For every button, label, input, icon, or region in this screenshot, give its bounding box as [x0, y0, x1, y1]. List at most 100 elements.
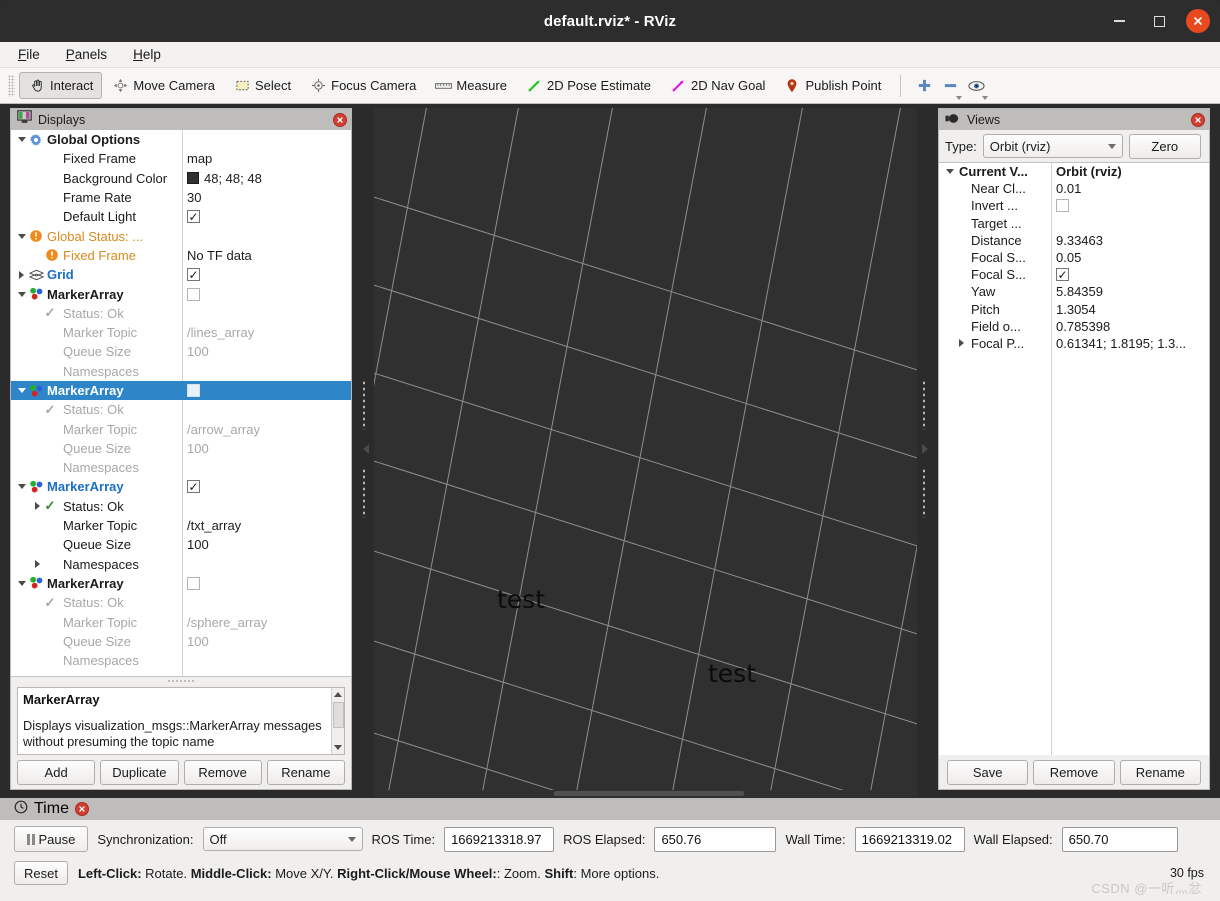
chevron-down-icon[interactable]: [15, 577, 28, 590]
checkbox-unchecked[interactable]: [187, 287, 200, 301]
checkbox-unchecked[interactable]: [187, 384, 200, 397]
row-value-cell[interactable]: 30: [182, 188, 351, 207]
maximize-icon[interactable]: [1146, 8, 1172, 34]
row-value-cell[interactable]: 100: [182, 632, 351, 651]
displays-row-1[interactable]: Fixed Frame map: [11, 149, 351, 168]
duplicate-button[interactable]: Duplicate: [100, 759, 179, 785]
row-value-cell[interactable]: [182, 130, 351, 149]
row-value-cell[interactable]: ✓: [182, 477, 351, 496]
displays-row-21[interactable]: Queue Size 100: [11, 535, 351, 554]
row-value-cell[interactable]: [182, 593, 351, 612]
color-swatch[interactable]: [187, 172, 199, 185]
views-row-6[interactable]: Focal S... ✓: [939, 266, 1209, 283]
displays-row-10[interactable]: Marker Topic/lines_array: [11, 323, 351, 342]
save-button[interactable]: Save: [947, 759, 1029, 785]
row-value-cell[interactable]: [182, 458, 351, 477]
ros-elapsed-field[interactable]: 650.76: [654, 826, 777, 852]
collapse-left-panel-button[interactable]: [360, 440, 372, 458]
row-value-cell[interactable]: ✓: [182, 265, 351, 284]
displays-row-27[interactable]: Namespaces: [11, 651, 351, 670]
row-value-cell[interactable]: ✓: [182, 207, 351, 226]
close-icon[interactable]: [1186, 9, 1210, 33]
pause-button[interactable]: Pause: [14, 826, 89, 852]
row-value-cell[interactable]: No TF data: [182, 246, 351, 265]
collapse-right-panel-button[interactable]: [919, 440, 931, 458]
chevron-right-icon[interactable]: [31, 558, 44, 571]
toolbar-grip[interactable]: [8, 74, 15, 97]
tool-visibility-button[interactable]: [963, 72, 989, 100]
row-value-cell[interactable]: [182, 304, 351, 323]
add-button[interactable]: Add: [17, 759, 96, 785]
close-icon[interactable]: [333, 112, 347, 127]
row-value-cell[interactable]: /lines_array: [182, 323, 351, 342]
views-row-value-cell[interactable]: ✓: [1051, 268, 1209, 282]
row-value-cell[interactable]: 100: [182, 439, 351, 458]
left-splitter-grip[interactable]: [362, 468, 366, 518]
chevron-down-icon[interactable]: [15, 288, 28, 301]
displays-row-11[interactable]: Queue Size 100: [11, 342, 351, 361]
tool-2d-nav-goal[interactable]: 2D Nav Goal: [660, 72, 774, 99]
render-viewport[interactable]: test test: [374, 108, 917, 790]
displays-row-19[interactable]: ✓ Status: Ok: [11, 497, 351, 516]
views-row-0[interactable]: Current V... Orbit (rviz): [939, 163, 1209, 180]
displays-row-24[interactable]: ✓ Status: Ok: [11, 593, 351, 612]
displays-row-2[interactable]: Background Color 48; 48; 48: [11, 169, 351, 188]
remove-view-button[interactable]: Remove: [1033, 759, 1115, 785]
displays-row-4[interactable]: Default Light ✓: [11, 207, 351, 226]
checkbox-unchecked[interactable]: [1056, 199, 1069, 213]
row-value-cell[interactable]: [182, 555, 351, 574]
row-value-cell[interactable]: [182, 497, 351, 516]
checkbox-checked[interactable]: ✓: [187, 210, 200, 224]
displays-row-13[interactable]: MarkerArray: [11, 380, 351, 401]
views-row-4[interactable]: Distance 9.33463: [939, 232, 1209, 249]
checkbox-unchecked[interactable]: [187, 576, 200, 590]
views-row-value-cell[interactable]: 1.3054: [1051, 302, 1209, 317]
checkbox-checked[interactable]: ✓: [1056, 268, 1069, 282]
checkbox-checked[interactable]: ✓: [187, 480, 200, 494]
views-row-value-cell[interactable]: 0.05: [1051, 250, 1209, 265]
displays-row-20[interactable]: Marker Topic/txt_array: [11, 516, 351, 535]
chevron-down-icon[interactable]: [15, 230, 28, 243]
row-value-cell[interactable]: [182, 362, 351, 381]
displays-row-6[interactable]: Fixed Frame No TF data: [11, 246, 351, 265]
displays-row-18[interactable]: MarkerArray ✓: [11, 477, 351, 496]
row-value-cell[interactable]: [182, 400, 351, 419]
menu-panels[interactable]: Panels: [66, 47, 107, 62]
views-row-value-cell[interactable]: [1051, 199, 1209, 213]
chevron-down-icon[interactable]: [15, 133, 28, 146]
row-value-cell[interactable]: 100: [182, 342, 351, 361]
displays-row-3[interactable]: Frame Rate 30: [11, 188, 351, 207]
views-row-10[interactable]: Focal P... 0.61341; 1.8195; 1.3...: [939, 335, 1209, 352]
add-tool-button[interactable]: [911, 72, 937, 99]
scroll-down-icon[interactable]: [332, 741, 345, 754]
views-row-2[interactable]: Invert ...: [939, 197, 1209, 214]
tool-measure[interactable]: Measure: [425, 72, 516, 99]
tool-focus-camera[interactable]: Focus Camera: [300, 72, 425, 99]
sync-select[interactable]: Off: [202, 827, 363, 851]
tool-move-camera[interactable]: Move Camera: [102, 72, 224, 99]
displays-splitter[interactable]: [11, 677, 351, 683]
wall-time-field[interactable]: 1669213319.02: [854, 826, 965, 852]
checkbox-checked[interactable]: ✓: [187, 268, 200, 282]
right-splitter-grip[interactable]: [922, 468, 926, 518]
reset-button[interactable]: Reset: [14, 861, 68, 885]
close-icon[interactable]: [74, 802, 89, 816]
chevron-right-icon[interactable]: [955, 337, 968, 350]
remove-button[interactable]: Remove: [183, 759, 262, 785]
views-row-value-cell[interactable]: 9.33463: [1051, 233, 1209, 248]
view-type-select[interactable]: Orbit (rviz): [982, 134, 1123, 158]
row-value-cell[interactable]: 100: [182, 535, 351, 554]
close-icon[interactable]: [1191, 112, 1205, 127]
views-row-3[interactable]: Target ...: [939, 215, 1209, 232]
displays-row-14[interactable]: ✓ Status: Ok: [11, 400, 351, 419]
ros-time-field[interactable]: 1669213318.97: [444, 826, 555, 852]
row-value-cell[interactable]: [182, 226, 351, 245]
row-value-cell[interactable]: [182, 381, 351, 400]
menu-help[interactable]: Help: [133, 47, 161, 62]
scrollbar-thumb[interactable]: [554, 791, 744, 796]
displays-row-25[interactable]: Marker Topic/sphere_array: [11, 612, 351, 631]
row-value-cell[interactable]: [182, 284, 351, 303]
minimize-icon[interactable]: [1106, 8, 1132, 34]
wall-elapsed-field[interactable]: 650.70: [1061, 826, 1178, 852]
chevron-down-icon[interactable]: [15, 384, 28, 397]
